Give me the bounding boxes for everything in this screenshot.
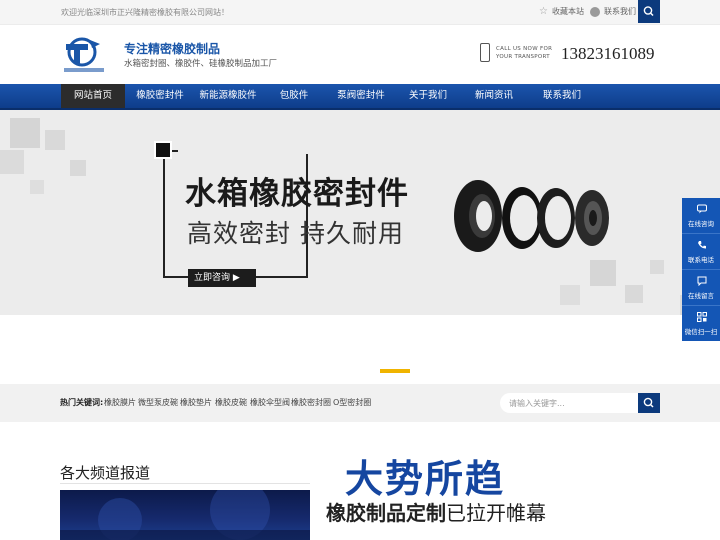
consult-now-button[interactable]: 立即咨询 ▶: [188, 269, 256, 287]
banner-corner-block: [154, 141, 172, 159]
slogan-title: 专注精密橡胶制品: [124, 42, 221, 56]
nav-item-rubber-seals[interactable]: 橡胶密封件: [131, 84, 189, 108]
mobile-phone-icon: [480, 43, 490, 62]
user-icon: [590, 6, 600, 17]
contact-label: 联系我们: [604, 7, 636, 16]
float-label: 微信扫一扫: [684, 328, 718, 336]
float-phone[interactable]: 联系电话: [682, 234, 720, 270]
side-float-bar: 在线咨询 联系电话 在线留言 微信扫一扫: [682, 198, 720, 341]
nav-item-about[interactable]: 关于我们: [403, 84, 453, 108]
float-wechat[interactable]: 微信扫一扫: [682, 306, 720, 342]
rubber-seals-image: [454, 180, 609, 252]
promo-subline-bold: 橡胶制品定制: [326, 501, 446, 525]
star-icon: ☆: [539, 6, 548, 17]
nav-item-new-energy[interactable]: 新能源橡胶件: [196, 84, 260, 108]
contact-link[interactable]: 联系我们: [590, 6, 636, 17]
bookmark-link[interactable]: ☆ 收藏本站: [539, 6, 584, 17]
top-search-button[interactable]: [638, 0, 660, 23]
section-title: 各大频道报道: [60, 464, 151, 482]
banner-subtitle: 高效密封 持久耐用: [187, 219, 404, 248]
promo-headline: 大势所趋: [345, 457, 506, 501]
decor-square: [30, 180, 44, 194]
message-icon: [697, 276, 707, 286]
slide-indicator[interactable]: [380, 369, 410, 373]
decor-square: [70, 160, 86, 176]
company-logo[interactable]: [60, 34, 114, 76]
search-icon: [643, 6, 654, 17]
keyword-link[interactable]: 橡胶伞型阀: [250, 397, 290, 408]
channel-report-image[interactable]: [60, 490, 310, 540]
banner-title: 水箱橡胶密封件: [185, 176, 409, 212]
nav-item-news[interactable]: 新闻资讯: [469, 84, 519, 108]
nav-item-overmold[interactable]: 包胶件: [272, 84, 316, 108]
chat-icon: [697, 204, 707, 214]
promo-subline: 橡胶制品定制已拉开帷幕: [326, 497, 546, 526]
keyword-link[interactable]: 橡胶皮碗: [215, 397, 247, 408]
keyword-link[interactable]: 橡胶密封圈: [291, 397, 331, 408]
hotline-number: 13823161089: [561, 44, 655, 63]
keyword-search-input[interactable]: [500, 393, 638, 413]
decor-square: [650, 260, 664, 274]
top-bar: 欢迎光临深圳市正兴隆精密橡胶有限公司网站！ ☆ 收藏本站 联系我们: [0, 0, 720, 25]
decor-square: [45, 130, 65, 150]
float-label: 在线咨询: [688, 220, 714, 228]
decor-square: [625, 285, 643, 303]
keyword-link[interactable]: 微型泵皮碗: [138, 397, 178, 408]
hero-banner[interactable]: 水箱橡胶密封件 高效密封 持久耐用 立即咨询 ▶: [0, 110, 720, 315]
decor-square: [10, 118, 40, 148]
keyword-link[interactable]: 橡胶膜片: [104, 397, 136, 408]
section-divider: [60, 483, 310, 484]
search-icon: [643, 397, 654, 408]
float-label: 在线留言: [688, 292, 714, 300]
promo-subline-rest: 已拉开帷幕: [446, 501, 546, 525]
keyword-search-button[interactable]: [638, 393, 660, 413]
site-header: 专注精密橡胶制品 水箱密封圈、橡胶件、硅橡胶制品加工厂 CALL US NOW …: [0, 25, 720, 84]
nav-item-home[interactable]: 网站首页: [61, 84, 125, 108]
call-us-line1: CALL US NOW FOR: [496, 46, 553, 52]
keyword-link[interactable]: 橡胶垫片: [180, 397, 212, 408]
decor-square: [560, 285, 580, 305]
phone-icon: [698, 241, 706, 249]
main-nav: 网站首页 橡胶密封件 新能源橡胶件 包胶件 泵阀密封件 关于我们 新闻资讯 联系…: [0, 84, 720, 110]
hot-keywords-bar: 热门关键词: 橡胶膜片 微型泵皮碗 橡胶垫片 橡胶皮碗 橡胶伞型阀 橡胶密封圈 …: [0, 384, 720, 422]
nav-item-contact[interactable]: 联系我们: [537, 84, 587, 108]
slogan-subtitle: 水箱密封圈、橡胶件、硅橡胶制品加工厂: [124, 59, 278, 69]
float-label: 联系电话: [688, 256, 714, 264]
qr-code-icon: [697, 312, 707, 322]
float-online-consult[interactable]: 在线咨询: [682, 198, 720, 234]
bookmark-label: 收藏本站: [551, 7, 584, 16]
welcome-text: 欢迎光临深圳市正兴隆精密橡胶有限公司网站！: [61, 8, 229, 17]
float-message[interactable]: 在线留言: [682, 270, 720, 306]
nav-item-pump-valve[interactable]: 泵阀密封件: [332, 84, 390, 108]
keyword-link[interactable]: O型密封圈: [333, 397, 371, 408]
hot-keywords-label: 热门关键词:: [60, 398, 104, 407]
call-us-line2: YOUR TRANSPORT: [496, 54, 550, 60]
decor-square: [0, 150, 24, 174]
